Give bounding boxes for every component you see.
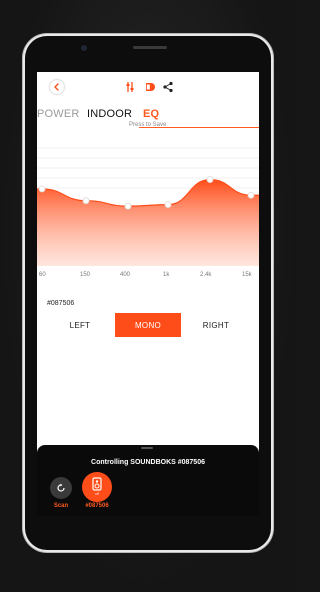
channel-selector: LEFT MONO RIGHT: [47, 313, 253, 337]
eq-band-handle-1k[interactable]: [164, 201, 172, 208]
device-status: off: [94, 491, 100, 496]
chevron-left-icon: [54, 83, 59, 91]
device-label: #087506: [85, 503, 109, 509]
eq-band-handle-60[interactable]: [38, 185, 46, 193]
eq-band-handle-400[interactable]: [124, 202, 132, 210]
eq-band-handle-150[interactable]: [82, 197, 90, 205]
press-to-save-hint: Press to Save: [129, 122, 167, 128]
front-camera: [81, 45, 87, 51]
freq-label-1k: 1k: [163, 272, 170, 278]
tab-eq[interactable]: EQ: [143, 108, 159, 120]
back-button[interactable]: [50, 80, 64, 94]
scan-button[interactable]: [50, 477, 72, 499]
freq-label-400: 400: [120, 272, 131, 278]
device-button[interactable]: off: [82, 472, 112, 502]
top-bar: [37, 72, 259, 102]
scan-label: Scan: [53, 503, 69, 509]
freq-label-15k: 15k: [242, 272, 252, 278]
speaker-device-icon: [92, 477, 102, 491]
eq-band-handle-15k[interactable]: [247, 191, 255, 199]
channel-mono-button[interactable]: MONO: [115, 313, 181, 337]
sliders-icon[interactable]: [124, 81, 136, 93]
tab-indoor[interactable]: INDOOR: [87, 108, 132, 120]
device-id-label: #087506: [47, 300, 75, 307]
earpiece-speaker: [133, 46, 167, 49]
freq-label-150: 150: [80, 272, 91, 278]
sheet-drag-handle[interactable]: [141, 447, 153, 449]
freq-label-60: 60: [39, 272, 46, 278]
eq-curve-area: [37, 179, 259, 266]
phone-frame: POWER INDOOR EQ Press to Save 60 150 400 1k…: [25, 36, 271, 550]
eq-curve-chart: [37, 147, 259, 266]
refresh-icon: [57, 483, 65, 492]
tab-power[interactable]: POWER: [37, 108, 80, 120]
eq-band-handle-2.4k[interactable]: [206, 176, 214, 184]
controlling-device-title: Controlling SOUNDBOKS #087506: [91, 459, 205, 466]
channel-right-button[interactable]: RIGHT: [183, 313, 249, 337]
battery-icon[interactable]: [144, 81, 156, 93]
freq-label-2.4k: 2.4k: [200, 272, 212, 278]
channel-left-button[interactable]: LEFT: [47, 313, 113, 337]
device-bottom-sheet: Controlling SOUNDBOKS #087506 Scan off #…: [37, 445, 259, 516]
app-screen: POWER INDOOR EQ Press to Save 60 150 400 1k…: [37, 72, 259, 516]
share-icon[interactable]: [162, 81, 174, 93]
